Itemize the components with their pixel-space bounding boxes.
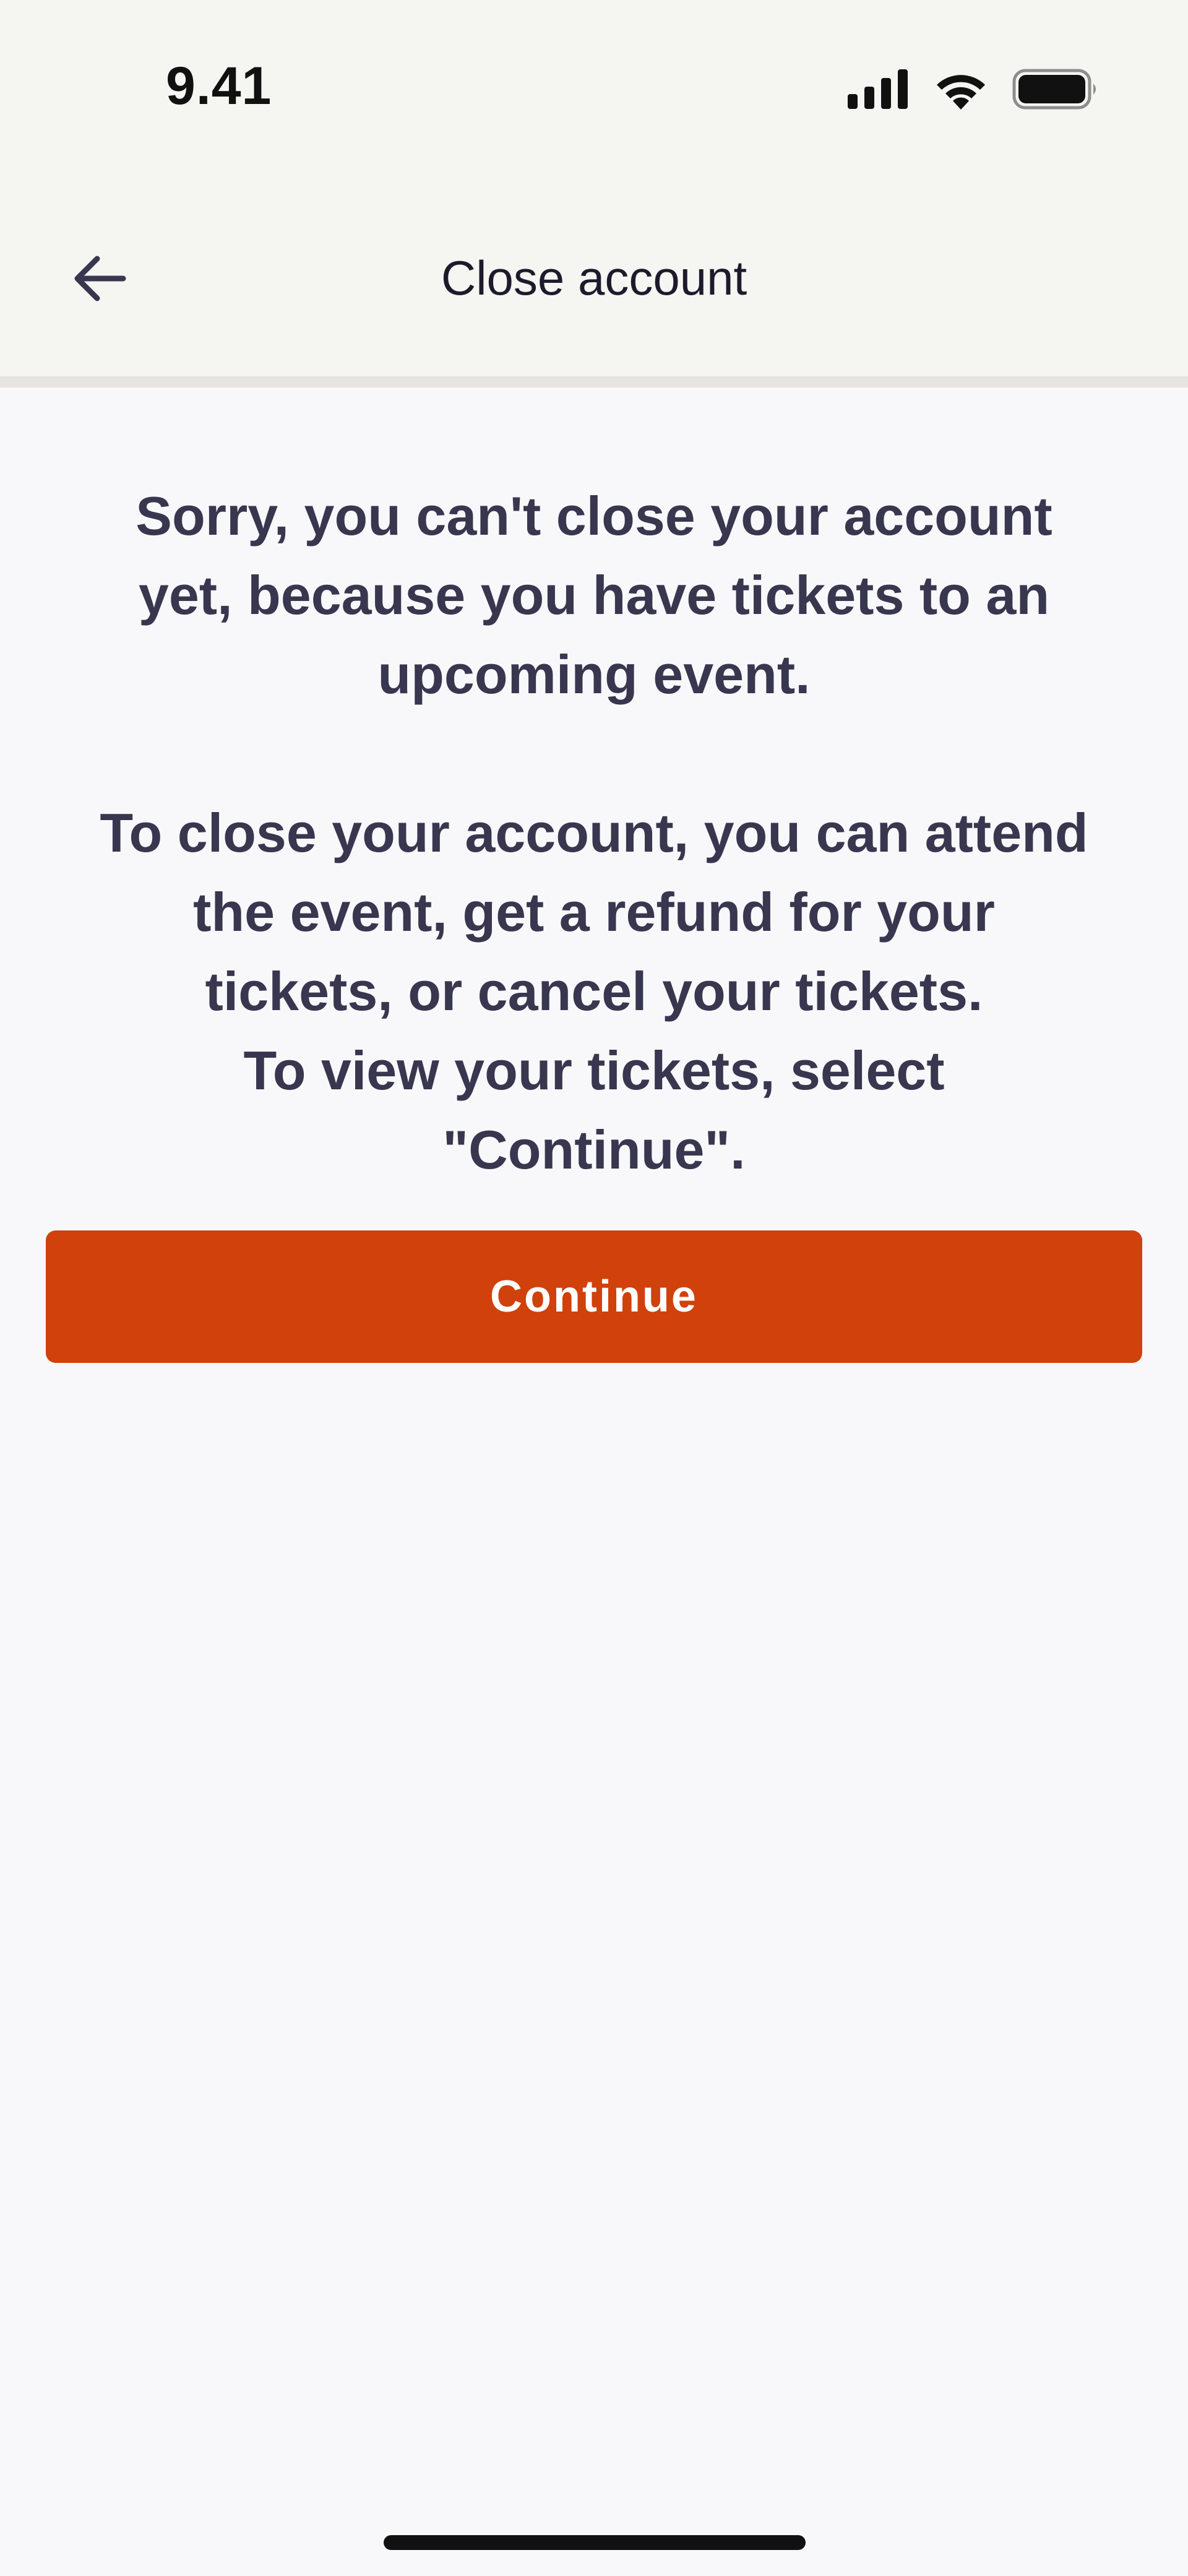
message-line: the event, get a refund for your: [193, 881, 995, 943]
message-line: upcoming event.: [377, 644, 811, 705]
close-account-screen: 9.41 Close account Sorry, you can't clos…: [0, 0, 1188, 2576]
message-line: To view your tickets, select: [243, 1040, 945, 1101]
page-title: Close account: [441, 251, 747, 305]
status-time: 9.41: [166, 56, 272, 116]
message-line: To close your account, you can attend: [100, 802, 1088, 863]
continue-button[interactable]: Continue: [46, 1230, 1142, 1363]
message-line: "Continue".: [442, 1119, 746, 1180]
close-account-message: Sorry, you can't close your account yet,…: [50, 477, 1138, 1190]
navigation-bar: Close account: [0, 179, 1188, 387]
home-indicator: [384, 2535, 806, 2550]
signal-icon: [848, 69, 908, 109]
status-icons: [848, 64, 1099, 114]
back-button[interactable]: [62, 241, 136, 316]
battery-icon: [1012, 69, 1096, 110]
status-bar: 9.41: [0, 0, 1188, 179]
arrow-left-icon: [74, 256, 126, 301]
wifi-icon: [937, 75, 985, 110]
message-line: yet, because you have tickets to an: [138, 564, 1050, 626]
message-line: tickets, or cancel your tickets.: [205, 961, 983, 1022]
message-line: Sorry, you can't close your account: [136, 485, 1052, 547]
